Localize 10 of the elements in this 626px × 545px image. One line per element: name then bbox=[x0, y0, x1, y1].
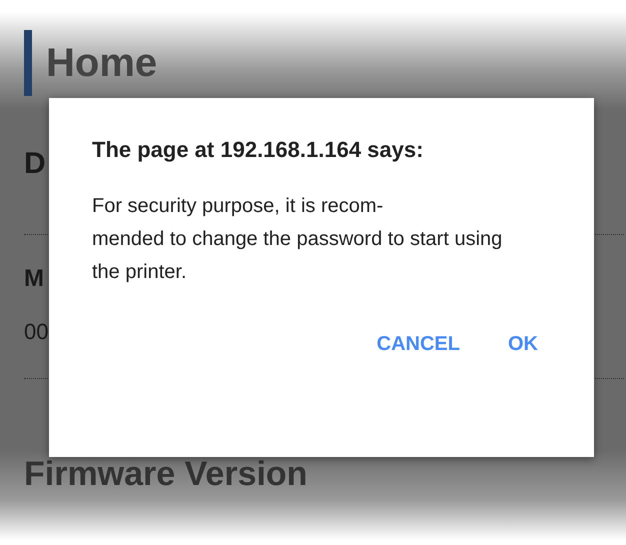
accent-bar bbox=[24, 30, 32, 96]
ok-button[interactable]: OK bbox=[504, 327, 542, 361]
cancel-button[interactable]: CANCEL bbox=[372, 327, 464, 361]
dialog-message: For security purpose, it is recom-mended to change the password to start using the printer. bbox=[92, 194, 504, 285]
section-heading: D bbox=[24, 146, 46, 182]
dialog-title: The page at 192.168.1.164 says: bbox=[92, 136, 424, 164]
section-heading: Firmware Version bbox=[24, 454, 308, 495]
page-title: Home bbox=[46, 40, 158, 87]
field-label: M bbox=[24, 264, 44, 294]
field-value: 00 bbox=[24, 318, 48, 346]
